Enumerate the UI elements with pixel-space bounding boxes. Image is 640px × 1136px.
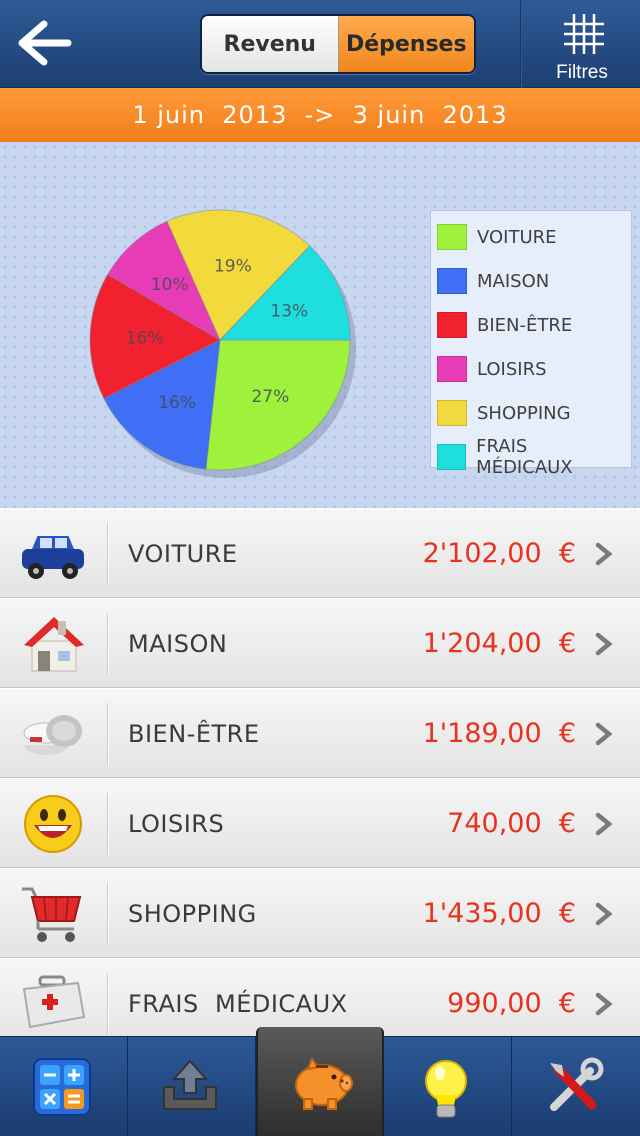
legend-item: VOITURE xyxy=(437,215,625,259)
filters-label: Filtres xyxy=(556,62,608,83)
category-label: VOITURE xyxy=(128,540,238,568)
category-amount: 2'102,00 € xyxy=(422,538,576,569)
pie-slice-label-2: 16% xyxy=(158,393,196,413)
row-separator xyxy=(107,883,109,945)
legend-swatch xyxy=(437,268,467,294)
legend-swatch xyxy=(437,356,467,382)
legend-label: SHOPPING xyxy=(477,402,571,424)
legend-label: LOISIRS xyxy=(477,358,547,380)
first-aid-kit-icon xyxy=(22,975,86,1029)
category-label: FRAIS MÉDICAUX xyxy=(128,990,348,1018)
arrow-left-icon xyxy=(18,20,72,66)
tab-bar xyxy=(0,1027,640,1136)
depenses-segment[interactable]: Dépenses xyxy=(338,16,474,72)
date-range-bar[interactable]: 1 juin 2013 -> 3 juin 2013 xyxy=(0,88,640,142)
chevron-right-icon xyxy=(595,722,613,746)
row-separator xyxy=(107,973,109,1035)
legend-item: SHOPPING xyxy=(437,391,625,435)
navigation-bar: Revenu Dépenses Filtres xyxy=(0,0,640,88)
list-item-loisirs[interactable]: LOISIRS 740,00 € xyxy=(0,778,640,868)
row-separator xyxy=(107,703,109,765)
category-amount: 1'204,00 € xyxy=(422,628,576,659)
row-separator xyxy=(107,793,109,855)
tab-settings[interactable] xyxy=(512,1037,640,1136)
filters-button[interactable]: Filtres xyxy=(524,0,640,88)
cream-jar-icon xyxy=(23,715,82,755)
chart-area: 27% 16% 16% 10% 19% 13% VOITURE MAISON BIEN-Ê… xyxy=(0,142,640,508)
pie-slice-label-4: 10% xyxy=(151,275,189,295)
legend-item: FRAIS MÉDICAUX xyxy=(437,435,625,479)
tab-export[interactable] xyxy=(128,1037,256,1136)
category-label: BIEN-ÊTRE xyxy=(128,720,260,748)
revenu-segment[interactable]: Revenu xyxy=(202,16,339,72)
grid-icon xyxy=(564,14,604,54)
legend-item: LOISIRS xyxy=(437,347,625,391)
category-amount: 990,00 € xyxy=(447,988,576,1019)
category-label: LOISIRS xyxy=(128,810,225,838)
list-item-maison[interactable]: MAISON 1'204,00 € xyxy=(0,598,640,688)
upload-tray-icon xyxy=(163,1059,217,1110)
shopping-cart-icon xyxy=(22,887,82,942)
list-item-voiture[interactable]: VOITURE 2'102,00 € xyxy=(0,508,640,598)
category-list: VOITURE 2'102,00 € MAISON 1'204,00 € BIE… xyxy=(0,508,640,1036)
category-amount: 740,00 € xyxy=(447,808,576,839)
piggy-bank-icon xyxy=(295,1056,353,1110)
chevron-right-icon xyxy=(595,812,613,836)
legend-swatch xyxy=(437,444,467,470)
legend-label: VOITURE xyxy=(477,226,557,248)
tools-icon xyxy=(550,1057,604,1111)
lightbulb-icon xyxy=(425,1060,467,1118)
legend-item: MAISON xyxy=(437,259,625,303)
category-amount: 1'189,00 € xyxy=(422,718,576,749)
smiley-icon xyxy=(24,795,82,853)
list-item-shopping[interactable]: SHOPPING 1'435,00 € xyxy=(0,868,640,958)
chart-legend: VOITURE MAISON BIEN-ÊTRE LOISIRS SHOPPIN… xyxy=(430,210,632,478)
legend-swatch xyxy=(437,400,467,426)
category-label: SHOPPING xyxy=(128,900,257,928)
date-range-text: 1 juin 2013 -> 3 juin 2013 xyxy=(132,101,508,129)
income-expense-toggle: Revenu Dépenses xyxy=(200,14,476,74)
legend-label: FRAIS MÉDICAUX xyxy=(476,436,573,478)
pie-slice-label-1: 27% xyxy=(251,387,289,407)
tab-calculator[interactable] xyxy=(0,1037,128,1136)
nav-divider xyxy=(520,0,522,88)
tab-budget[interactable] xyxy=(256,1027,384,1136)
pie-slice-label-5: 19% xyxy=(214,257,252,277)
pie-slice-label-3: 16% xyxy=(126,329,164,349)
category-label: MAISON xyxy=(128,630,228,658)
pie-slice-label-6: 13% xyxy=(270,301,308,321)
calculator-icon xyxy=(33,1058,91,1116)
legend-label: BIEN-ÊTRE xyxy=(477,314,573,336)
house-icon xyxy=(24,617,84,672)
chevron-right-icon xyxy=(595,992,613,1016)
legend-label: MAISON xyxy=(477,270,550,292)
legend-swatch xyxy=(437,224,467,250)
pie-chart: 27% 16% 16% 10% 19% 13% xyxy=(89,209,356,478)
car-icon xyxy=(22,531,84,579)
legend-swatch xyxy=(437,312,467,338)
chevron-right-icon xyxy=(595,632,613,656)
legend-item: BIEN-ÊTRE xyxy=(437,303,625,347)
category-amount: 1'435,00 € xyxy=(422,898,576,929)
back-button[interactable] xyxy=(14,18,78,68)
list-item-bien-etre[interactable]: BIEN-ÊTRE 1'189,00 € xyxy=(0,688,640,778)
tab-tips[interactable] xyxy=(384,1037,512,1136)
row-separator xyxy=(107,523,109,585)
list-item-frais-medicaux[interactable]: FRAIS MÉDICAUX 990,00 € xyxy=(0,958,640,1036)
row-separator xyxy=(107,613,109,675)
chevron-right-icon xyxy=(595,542,613,566)
chevron-right-icon xyxy=(595,902,613,926)
